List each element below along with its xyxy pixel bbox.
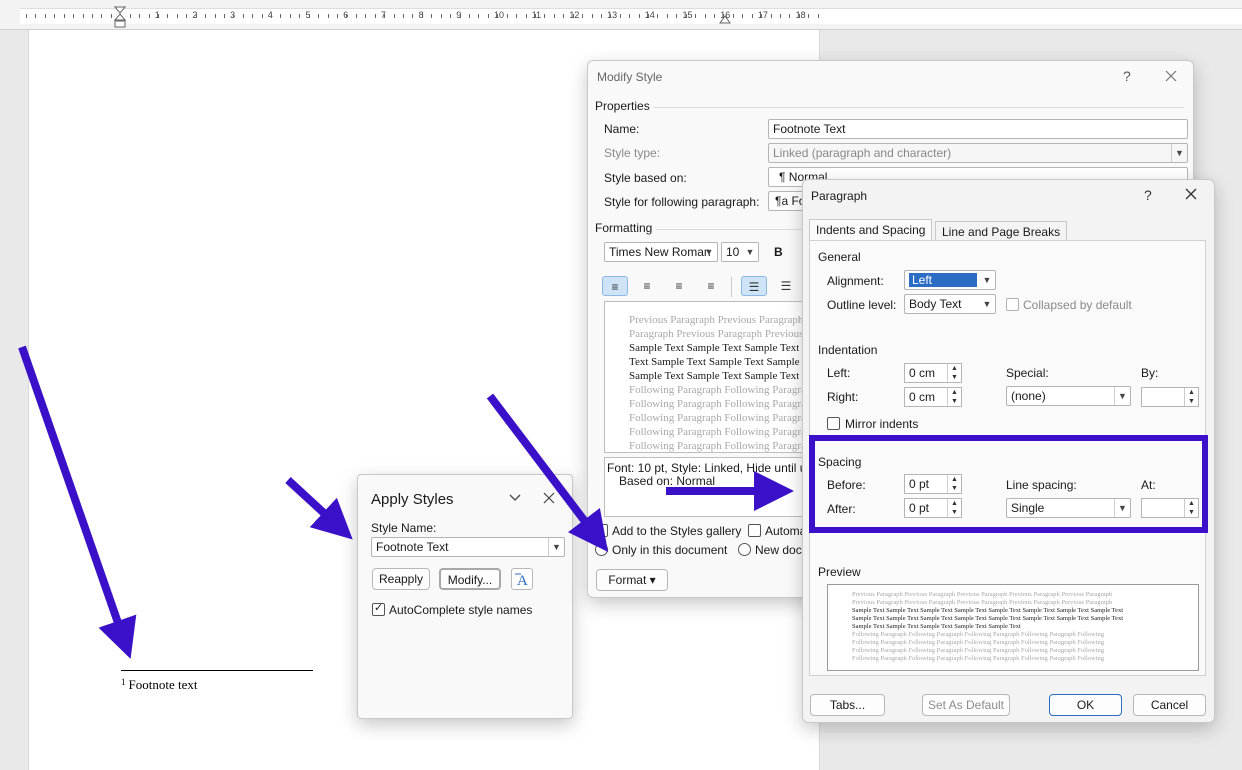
annotation-arrow-footnote [18, 345, 137, 659]
annotation-arrow-style-name [285, 477, 353, 540]
spacing-highlight-box [809, 435, 1208, 533]
annotation-arrow-format [486, 393, 609, 552]
annotation-overlay [18, 345, 1208, 659]
